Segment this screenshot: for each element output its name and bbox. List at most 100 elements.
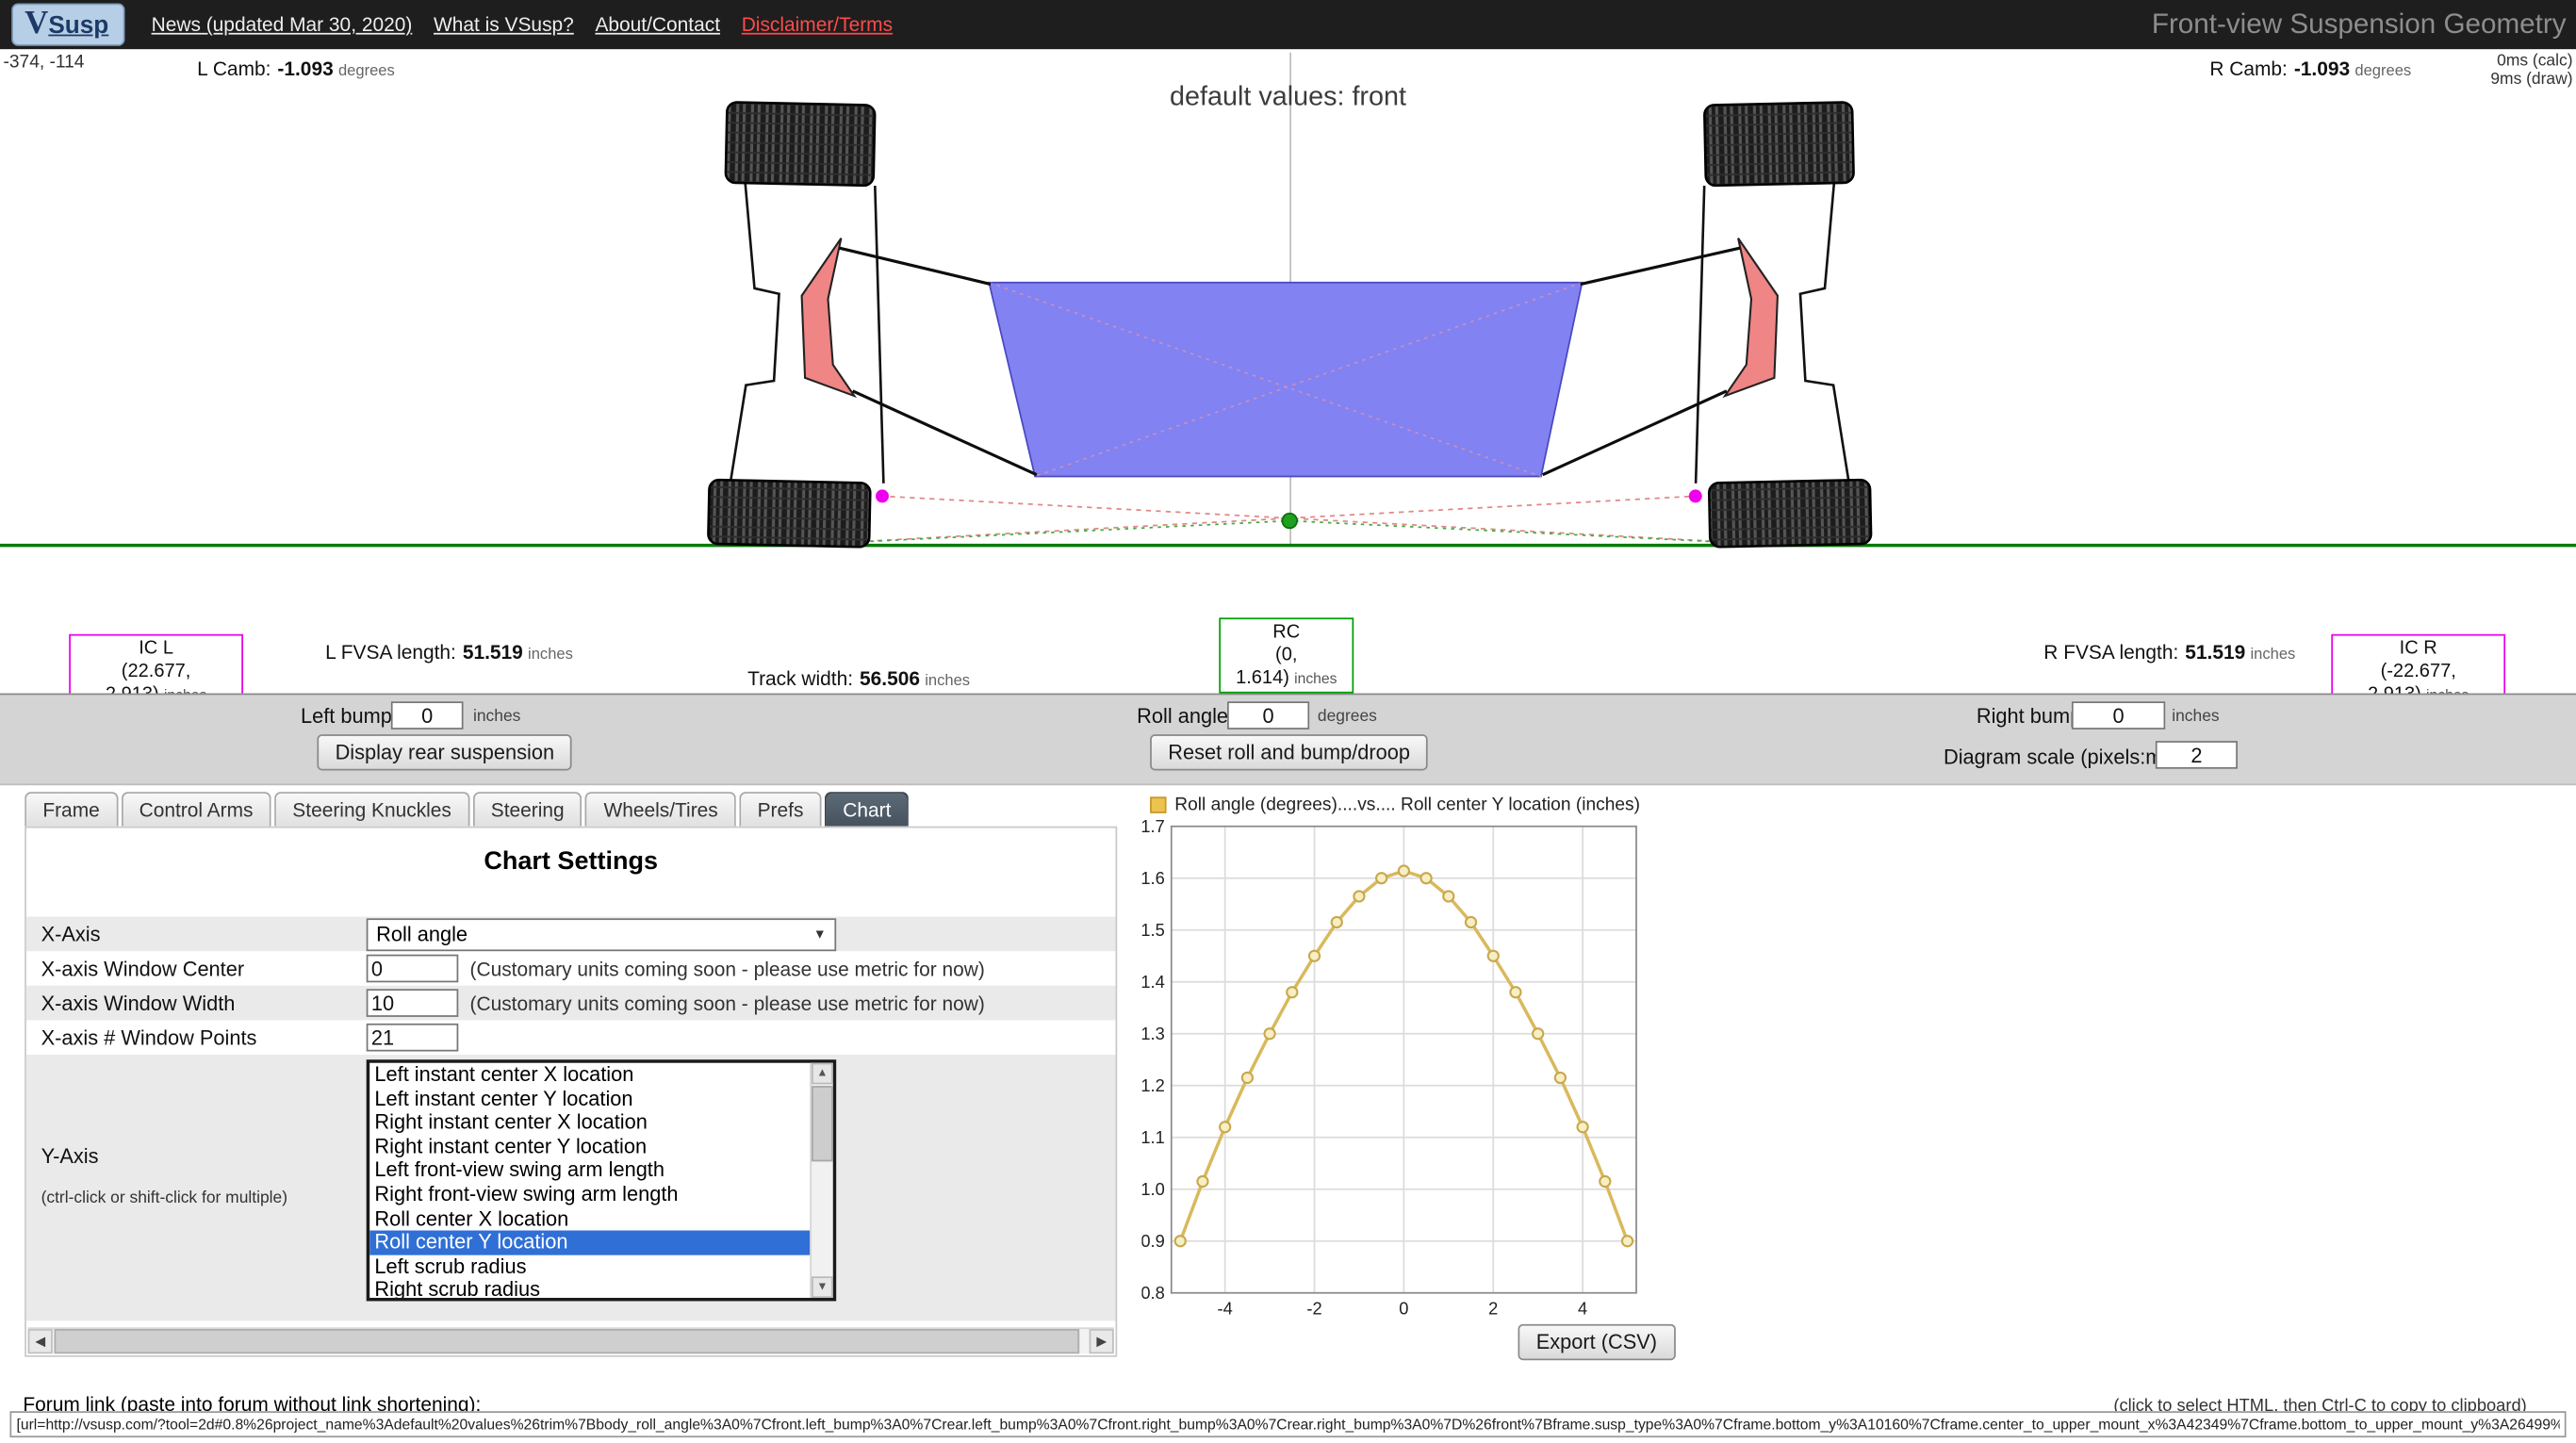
left-knuckle[interactable] xyxy=(802,238,855,396)
y-axis-row: Y-Axis (ctrl-click or shift-click for mu… xyxy=(26,1055,1116,1320)
scroll-up-icon[interactable]: ▲ xyxy=(812,1063,833,1085)
right-bump-input[interactable] xyxy=(2072,701,2165,730)
settings-panel: FrameControl ArmsSteering KnucklesSteeri… xyxy=(25,792,1117,1357)
window-center-label: X-axis Window Center xyxy=(26,957,367,979)
scroll-down-icon[interactable]: ▼ xyxy=(812,1276,833,1298)
y-axis-listbox-options: Left instant center X locationLeft insta… xyxy=(369,1063,810,1302)
svg-text:1.0: 1.0 xyxy=(1141,1179,1164,1199)
left-camber-readout: L Camb:-1.093degrees xyxy=(197,57,395,80)
left-tire-inboard-sidewall xyxy=(869,186,890,484)
units-note: (Customary units coming soon - please us… xyxy=(469,992,984,1014)
y-axis-option-left-instant-center-y-location[interactable]: Left instant center Y location xyxy=(369,1087,810,1110)
tab-control-arms[interactable]: Control Arms xyxy=(121,792,271,827)
scroll-left-icon[interactable]: ◀ xyxy=(28,1329,53,1353)
window-center-row: X-axis Window Center (Customary units co… xyxy=(26,951,1116,986)
right-tire[interactable] xyxy=(1688,102,1872,548)
tab-strip: FrameControl ArmsSteering KnucklesSteeri… xyxy=(25,792,912,827)
suspension-diagram[interactable] xyxy=(0,49,2576,693)
y-axis-option-right-scrub-radius[interactable]: Right scrub radius xyxy=(369,1279,810,1302)
logo-susp: Susp xyxy=(48,11,108,40)
left-lower-control-arm[interactable] xyxy=(853,391,1037,475)
svg-text:-2: -2 xyxy=(1306,1298,1321,1318)
panel-title: Chart Settings xyxy=(26,847,1116,877)
panel-scroll-thumb[interactable] xyxy=(55,1329,1080,1353)
left-tire[interactable] xyxy=(708,102,892,548)
right-tire-bottom-tread xyxy=(1709,480,1871,548)
nav-link-about-contact[interactable]: About/Contact xyxy=(595,13,720,36)
svg-text:4: 4 xyxy=(1578,1298,1587,1318)
top-bar: VSusp News (updated Mar 30, 2020) What is… xyxy=(0,0,2576,49)
top-nav: News (updated Mar 30, 2020) What is VSusp… xyxy=(152,13,893,36)
y-axis-option-left-front-view-swing-arm-length[interactable]: Left front-view swing arm length xyxy=(369,1158,810,1182)
right-bump-unit: inches xyxy=(2172,708,2219,726)
chevron-down-icon: ▼ xyxy=(813,926,827,942)
right-upper-control-arm[interactable] xyxy=(1581,248,1740,284)
nav-link-disclaimer-terms[interactable]: Disclaimer/Terms xyxy=(742,13,893,36)
legend-text: Roll angle (degrees)....vs.... Roll cent… xyxy=(1174,795,1640,815)
window-points-row: X-axis # Window Points xyxy=(26,1020,1116,1055)
nav-link-what-is-vsusp[interactable]: What is VSusp? xyxy=(434,13,574,36)
right-knuckle[interactable] xyxy=(1725,238,1778,396)
tab-chart[interactable]: Chart xyxy=(825,792,909,827)
results-chart: 0.80.91.01.11.21.31.41.51.61.7-4-2024 xyxy=(1141,818,1667,1324)
y-axis-option-left-instant-center-x-location[interactable]: Left instant center X location xyxy=(369,1063,810,1087)
window-width-input[interactable] xyxy=(367,989,459,1017)
x-axis-select[interactable]: Roll angle ▼ xyxy=(367,917,836,950)
nav-link-news-updated-mar-30-2020[interactable]: News (updated Mar 30, 2020) xyxy=(152,13,413,36)
window-width-row: X-axis Window Width (Customary units com… xyxy=(26,986,1116,1021)
logo-v: V xyxy=(25,5,48,42)
display-rear-button[interactable]: Display rear suspension xyxy=(317,734,572,770)
y-axis-listbox[interactable]: Left instant center X locationLeft insta… xyxy=(367,1059,836,1301)
y-axis-option-left-scrub-radius[interactable]: Left scrub radius xyxy=(369,1254,810,1278)
right-bump-label: Right bump: xyxy=(1977,705,2087,728)
left-fvsa-line xyxy=(789,496,1696,545)
svg-text:1.5: 1.5 xyxy=(1141,920,1164,940)
x-axis-select-value: Roll angle xyxy=(376,923,468,945)
listbox-scrollbar[interactable]: ▲ ▼ xyxy=(810,1063,832,1298)
window-width-label: X-axis Window Width xyxy=(26,992,367,1014)
y-axis-option-right-instant-center-x-location[interactable]: Right instant center X location xyxy=(369,1111,810,1135)
diagram-scale-input[interactable] xyxy=(2156,741,2238,769)
roll-angle-input[interactable] xyxy=(1227,701,1309,730)
export-csv-button[interactable]: Export (CSV) xyxy=(1518,1324,1676,1360)
right-camber-readout: R Camb:-1.093degrees xyxy=(2209,57,2411,80)
tab-prefs[interactable]: Prefs xyxy=(739,792,821,827)
panel-horizontal-scrollbar[interactable]: ◀ ▶ xyxy=(28,1327,1114,1353)
svg-text:1.7: 1.7 xyxy=(1141,818,1164,836)
x-axis-row: X-Axis Roll angle ▼ xyxy=(26,917,1116,952)
y-axis-option-right-instant-center-y-location[interactable]: Right instant center Y location xyxy=(369,1135,810,1158)
app-title: Front-view Suspension Geometry xyxy=(2152,8,2567,41)
reset-roll-bump-button[interactable]: Reset roll and bump/droop xyxy=(1150,734,1428,770)
roll-angle-unit: degrees xyxy=(1318,708,1377,726)
vsusp-logo[interactable]: VSusp xyxy=(11,3,125,45)
roll-center-label: RC (0, 1.614)inches xyxy=(1219,617,1354,693)
svg-text:0.9: 0.9 xyxy=(1141,1231,1164,1251)
svg-text:0.8: 0.8 xyxy=(1141,1283,1164,1303)
forum-link-input[interactable] xyxy=(9,1411,2566,1437)
right-tire-top-tread xyxy=(1704,102,1854,186)
right-lower-control-arm[interactable] xyxy=(1543,391,1727,475)
y-axis-option-right-front-view-swing-arm-length[interactable]: Right front-view swing arm length xyxy=(369,1183,810,1206)
y-axis-label: Y-Axis xyxy=(41,1145,367,1168)
y-axis-option-roll-center-y-location[interactable]: Roll center Y location xyxy=(369,1231,810,1254)
tab-steering-knuckles[interactable]: Steering Knuckles xyxy=(274,792,469,827)
suspension-canvas: -374, -114 L Camb:-1.093degrees R Camb:-… xyxy=(0,49,2576,693)
tab-frame[interactable]: Frame xyxy=(25,792,118,827)
instant-center-marker-near-right xyxy=(1689,489,1702,502)
svg-text:2: 2 xyxy=(1488,1298,1498,1318)
frame-shape[interactable] xyxy=(989,283,1582,477)
left-tire-bottom-tread xyxy=(708,480,870,548)
left-fvsa-readout: L FVSA length:51.519inches xyxy=(325,641,573,664)
scroll-right-icon[interactable]: ▶ xyxy=(1090,1329,1114,1353)
vsusp-app: VSusp News (updated Mar 30, 2020) What is… xyxy=(0,0,2576,1442)
listbox-scroll-thumb[interactable] xyxy=(812,1086,833,1161)
tab-wheels-tires[interactable]: Wheels/Tires xyxy=(585,792,736,827)
y-axis-option-roll-center-x-location[interactable]: Roll center X location xyxy=(369,1206,810,1230)
window-center-input[interactable] xyxy=(367,955,459,983)
y-axis-note: (ctrl-click or shift-click for multiple) xyxy=(41,1189,367,1207)
tab-steering[interactable]: Steering xyxy=(473,792,582,827)
svg-text:1.4: 1.4 xyxy=(1141,972,1164,992)
left-bump-input[interactable] xyxy=(391,701,464,730)
left-upper-control-arm[interactable] xyxy=(840,248,991,284)
window-points-input[interactable] xyxy=(367,1024,459,1052)
